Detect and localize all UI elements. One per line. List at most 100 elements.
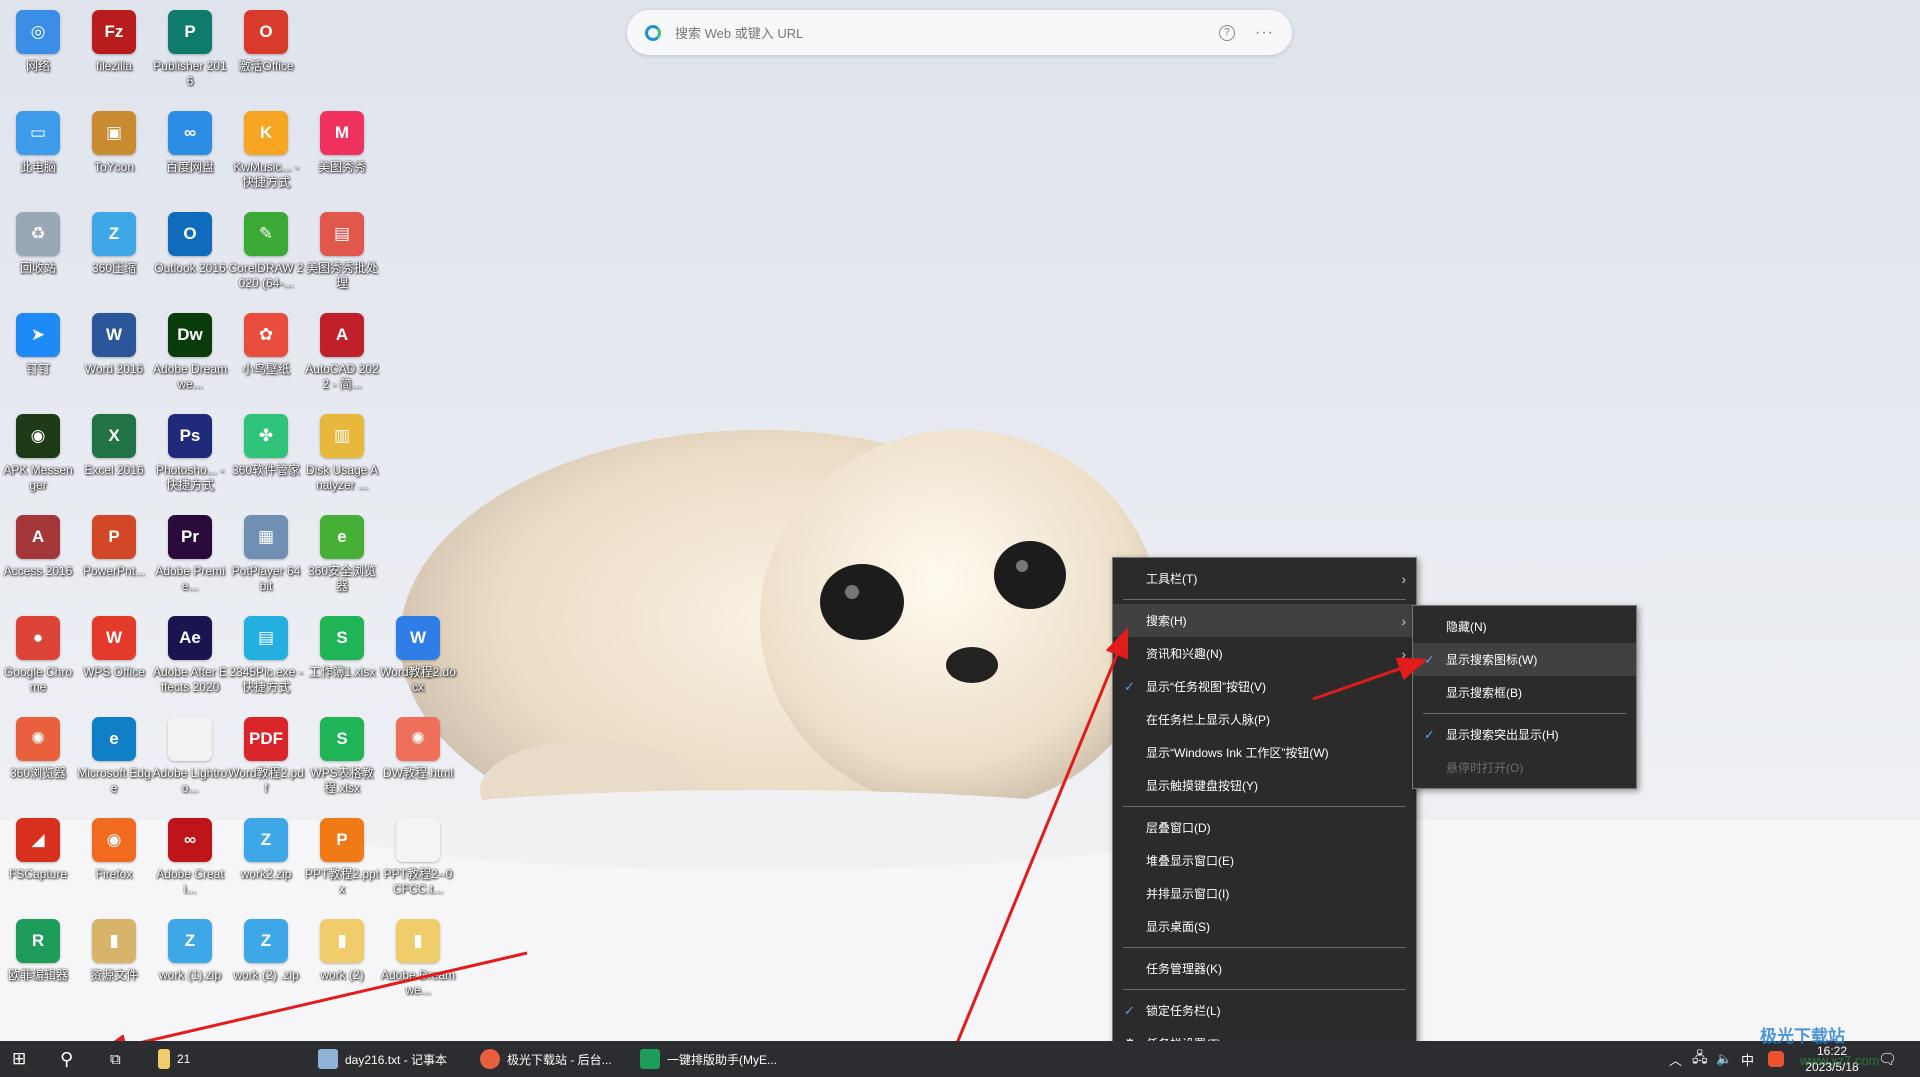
desktop-icon-label: DW教程.html: [383, 766, 453, 780]
desktop-icon[interactable]: Ae Adobe After Effects 2020: [152, 610, 228, 710]
menu-item[interactable]: 并排显示窗口(I): [1113, 877, 1416, 910]
desktop-icon[interactable]: S 工作簿1.xlsx: [304, 610, 380, 710]
desktop-icon[interactable]: Fz filezilla: [76, 4, 152, 104]
app-icon: O: [244, 10, 288, 54]
desktop-icon[interactable]: ▤ 2345Pic.exe - 快捷方式: [228, 610, 304, 710]
desktop-icon[interactable]: ▮ Adobe Dreamwe...: [380, 913, 456, 1013]
app-icon: ◉: [92, 818, 136, 862]
menu-item[interactable]: 层叠窗口(D): [1113, 811, 1416, 844]
menu-item[interactable]: 资讯和兴趣(N) ›: [1113, 637, 1416, 670]
menu-item[interactable]: 显示搜索框(B): [1413, 676, 1636, 709]
menu-item[interactable]: 显示触摸键盘按钮(Y): [1113, 769, 1416, 802]
menu-item[interactable]: 在任务栏上显示人脉(P): [1113, 703, 1416, 736]
icon-glyph: ▮: [109, 931, 119, 950]
desktop-icon[interactable]: R 欧菲编辑器: [0, 913, 76, 1013]
desktop-icon-label: Adobe Creati...: [156, 867, 224, 896]
desktop-icon[interactable]: A AutoCAD 2022 - 简...: [304, 307, 380, 407]
icon-glyph: ▤: [257, 628, 275, 647]
tray-overflow-chevron-icon[interactable]: ︿: [1669, 1041, 1682, 1077]
desktop-icon-label: Adobe Dreamwe...: [152, 362, 228, 391]
icon-glyph: ◎: [30, 22, 46, 41]
desktop-icon[interactable]: ∞ Adobe Creati...: [152, 812, 228, 912]
desktop-icon[interactable]: ✺ 360浏览器: [0, 711, 76, 811]
desktop-icon[interactable]: Z 360压缩: [76, 206, 152, 306]
menu-item[interactable]: 搜索(H) ›: [1113, 604, 1416, 637]
desktop-icon[interactable]: ◉ APK Messenger: [0, 408, 76, 508]
desktop-icon[interactable]: ▥ Disk Usage Analyzer ...: [304, 408, 380, 508]
desktop-icon[interactable]: ● Google Chrome: [0, 610, 76, 710]
desktop-icon[interactable]: P PPT教程2.pptx: [304, 812, 380, 912]
question-icon[interactable]: ?: [1219, 24, 1236, 41]
menu-item[interactable]: 隐藏(N): [1413, 610, 1636, 643]
desktop-icon[interactable]: M 美图秀秀: [304, 105, 380, 205]
desktop-icon[interactable]: O 激活Office: [228, 4, 304, 104]
desktop-icon[interactable]: PPT教程2--0CFCC.t...: [380, 812, 456, 912]
taskbar-app-browser[interactable]: 极光下载站 - 后台...: [480, 1041, 612, 1077]
desktop-icon[interactable]: ▮ 资源文件: [76, 913, 152, 1013]
desktop-icon[interactable]: ✎ CorelDRAW 2020 (64-...: [228, 206, 304, 306]
desktop-icon[interactable]: X Excel 2016: [76, 408, 152, 508]
desktop-icon[interactable]: ◉ Firefox: [76, 812, 152, 912]
desktop-icon[interactable]: ∞ 百度网盘: [152, 105, 228, 205]
task-view-icon[interactable]: ⧉: [110, 1041, 130, 1077]
menu-item[interactable]: ✓ 锁定任务栏(L): [1113, 994, 1416, 1027]
start-button[interactable]: ⊞: [12, 1041, 36, 1077]
taskbar-file-explorer[interactable]: 21: [158, 1041, 190, 1077]
menu-item[interactable]: 任务管理器(K): [1113, 952, 1416, 985]
desktop-icon[interactable]: ▤ 美图秀秀批处理: [304, 206, 380, 306]
volume-icon[interactable]: 🔈: [1716, 1041, 1732, 1077]
desktop-icon[interactable]: ▦ PotPlayer 64 bit: [228, 509, 304, 609]
desktop-icon-label: 小鸟壁纸: [241, 362, 290, 376]
menu-item[interactable]: 工具栏(T) ›: [1113, 562, 1416, 595]
menu-item[interactable]: ✓ 显示搜索图标(W): [1413, 643, 1636, 676]
network-icon[interactable]: 🖧: [1692, 1041, 1708, 1077]
desktop-icon[interactable]: W WPS Office: [76, 610, 152, 710]
menu-item[interactable]: 显示“Windows Ink 工作区”按钮(W): [1113, 736, 1416, 769]
desktop-icon[interactable]: ◎ 网络: [0, 4, 76, 104]
browser-search-bar[interactable]: 搜索 Web 或键入 URL ? ···: [627, 10, 1292, 55]
desktop-icon[interactable]: Zwork (1).zip: [152, 913, 228, 1013]
desktop-icon[interactable]: e 360安全浏览器: [304, 509, 380, 609]
desktop-icon[interactable]: ▮ work (2): [304, 913, 380, 1013]
desktop-icon[interactable]: Zwork (2) .zip: [228, 913, 304, 1013]
desktop-icon[interactable]: Ps Photosho... - 快捷方式: [152, 408, 228, 508]
desktop-icon[interactable]: O Outlook 2016: [152, 206, 228, 306]
desktop-icon[interactable]: P PowerPnt...: [76, 509, 152, 609]
desktop-icon[interactable]: W Word教程2.docx: [380, 610, 456, 710]
ellipsis-icon[interactable]: ···: [1255, 24, 1274, 42]
desktop-icon[interactable]: A Access 2016: [0, 509, 76, 609]
desktop-icon[interactable]: W Word 2016: [76, 307, 152, 407]
app-icon: ▦: [244, 515, 288, 559]
notification-center-icon[interactable]: 🗨: [1878, 1041, 1897, 1077]
desktop-icon[interactable]: PDF Word教程2.pdf: [228, 711, 304, 811]
taskbar-app-notepad[interactable]: day216.txt - 记事本: [318, 1041, 447, 1077]
desktop-icon[interactable]: Adobe Lightroo...: [152, 711, 228, 811]
search-icon[interactable]: ⚲: [60, 1041, 84, 1077]
desktop-icon[interactable]: ✺ DW教程.html: [380, 711, 456, 811]
menu-item[interactable]: ✓ 显示“任务视图”按钮(V): [1113, 670, 1416, 703]
menu-item[interactable]: 显示桌面(S): [1113, 910, 1416, 943]
app-icon: Z: [244, 818, 288, 862]
desktop-icon[interactable]: K KwMusic... - 快捷方式: [228, 105, 304, 205]
desktop-icon-label: Word教程2.docx: [380, 665, 456, 694]
desktop-icon-label: work (1).zip: [158, 968, 221, 982]
desktop-icon[interactable]: Dw Adobe Dreamwe...: [152, 307, 228, 407]
desktop-icon[interactable]: ◢ FSCapture: [0, 812, 76, 912]
menu-item[interactable]: ✓ 显示搜索突出显示(H): [1413, 718, 1636, 751]
search-placeholder[interactable]: 搜索 Web 或键入 URL: [675, 23, 1219, 42]
desktop-icon[interactable]: Zwork2.zip: [228, 812, 304, 912]
ime-indicator[interactable]: 中: [1741, 1041, 1754, 1077]
menu-item[interactable]: 堆叠显示窗口(E): [1113, 844, 1416, 877]
taskbar-app-myeditor[interactable]: 一键排版助手(MyE...: [640, 1041, 777, 1077]
desktop-icon[interactable]: P Publisher 2016: [152, 4, 228, 104]
desktop-icon[interactable]: ➤ 钉钉: [0, 307, 76, 407]
desktop-icon[interactable]: Pr Adobe Premie...: [152, 509, 228, 609]
desktop-icon[interactable]: ✿ 小鸟壁纸: [228, 307, 304, 407]
icon-glyph: R: [31, 931, 45, 950]
desktop-icon[interactable]: ▣ ToYcon: [76, 105, 152, 205]
desktop-icon[interactable]: ▭ 此电脑: [0, 105, 76, 205]
desktop-icon[interactable]: e Microsoft Edge: [76, 711, 152, 811]
desktop-icon[interactable]: ♻ 回收站: [0, 206, 76, 306]
desktop-icon[interactable]: ✤ 360软件管家: [228, 408, 304, 508]
desktop-icon[interactable]: S WPS表格教程.xlsx: [304, 711, 380, 811]
